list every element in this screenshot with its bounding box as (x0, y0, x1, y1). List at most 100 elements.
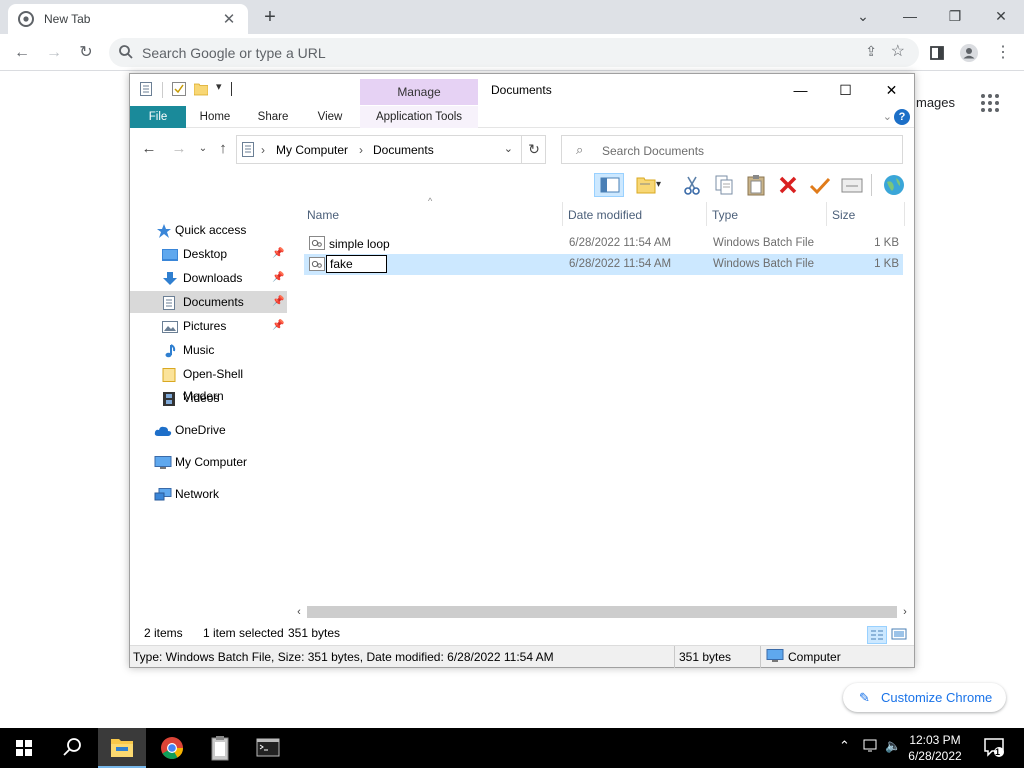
delete-x-icon[interactable] (776, 173, 800, 197)
globe-icon[interactable] (882, 173, 906, 197)
recent-locations-chevron-icon[interactable]: ⌄ (194, 140, 212, 158)
file-row-selected[interactable]: 6/28/2022 11:54 AM Windows Batch File 1 … (304, 254, 903, 275)
copy-icon[interactable] (712, 173, 736, 197)
nav-item-open-shell-modern[interactable]: Open-Shell Modern (130, 363, 287, 403)
google-apps-icon[interactable] (980, 93, 1000, 113)
email-icon[interactable] (840, 173, 864, 197)
new-tab-button[interactable]: + (258, 5, 282, 29)
column-header-size[interactable]: Size (832, 208, 855, 222)
navigation-pane-icon[interactable] (594, 173, 624, 197)
file-row[interactable]: simple loop 6/28/2022 11:54 AM Windows B… (304, 233, 903, 254)
breadcrumb-documents[interactable]: Documents (373, 143, 434, 157)
scroll-left-arrow-icon[interactable]: ‹ (292, 604, 306, 620)
nav-item-pictures[interactable]: Pictures 📌 (130, 315, 287, 337)
search-icon[interactable] (48, 728, 96, 768)
tab-home[interactable]: Home (188, 106, 242, 128)
rename-input[interactable] (327, 256, 386, 272)
folder-options-icon[interactable] (634, 173, 658, 197)
help-icon[interactable]: ? (894, 109, 910, 125)
bookmark-star-icon[interactable]: ☆ (891, 41, 905, 61)
nav-item-network[interactable]: Network (130, 483, 287, 505)
column-separator[interactable] (562, 202, 563, 226)
horizontal-scrollbar[interactable]: ‹ › (291, 604, 914, 620)
address-bar[interactable]: › My Computer › Documents ⌄ (236, 135, 546, 164)
nav-item-desktop[interactable]: Desktop 📌 (130, 243, 287, 265)
nav-item-onedrive[interactable]: OneDrive (130, 419, 287, 441)
properties-doc-icon[interactable] (140, 82, 154, 96)
breadcrumb-my-computer[interactable]: My Computer (276, 143, 348, 157)
explorer-close-button[interactable]: ✕ (869, 78, 914, 102)
command-prompt-taskbar-icon[interactable] (244, 728, 292, 768)
properties-check-icon[interactable] (808, 173, 832, 197)
column-header-type[interactable]: Type (712, 208, 738, 222)
omnibox[interactable]: Search Google or type a URL ⇪ ☆ (109, 38, 919, 67)
back-arrow-icon[interactable]: ← (140, 140, 158, 158)
side-panel-icon[interactable] (924, 40, 950, 66)
manage-context-tab[interactable]: Manage (360, 79, 478, 105)
details-view-icon[interactable] (867, 626, 887, 644)
quick-access-dropdown-icon[interactable]: ▾ (216, 80, 222, 93)
pin-icon[interactable]: 📌 (272, 243, 284, 265)
cut-scissors-icon[interactable] (680, 173, 704, 197)
column-header-name[interactable]: Name (307, 208, 339, 222)
tab-application-tools[interactable]: Application Tools (360, 106, 478, 128)
new-folder-icon[interactable] (193, 82, 209, 96)
folder-options-dropdown-icon[interactable]: ▾ (656, 173, 668, 197)
checkmark-doc-icon[interactable] (172, 82, 186, 96)
expand-ribbon-chevron-icon[interactable]: ⌄ (883, 110, 892, 123)
file-explorer-taskbar-icon[interactable] (98, 728, 146, 768)
chrome-menu-icon[interactable]: ⋮ (990, 40, 1016, 66)
share-icon[interactable]: ⇪ (865, 43, 877, 60)
nav-item-documents[interactable]: Documents 📌 (130, 291, 287, 313)
nav-item-music[interactable]: Music (130, 339, 287, 361)
tab-view[interactable]: View (304, 106, 356, 128)
up-arrow-icon[interactable]: ↑ (214, 140, 232, 158)
nav-item-downloads[interactable]: Downloads 📌 (130, 267, 287, 289)
scroll-right-arrow-icon[interactable]: › (898, 604, 912, 620)
pin-icon[interactable]: 📌 (272, 315, 284, 337)
notification-center-icon[interactable] (983, 736, 1005, 761)
pin-icon[interactable]: 📌 (272, 291, 284, 313)
reload-icon[interactable]: ↻ (73, 40, 99, 66)
large-icons-view-icon[interactable] (890, 626, 910, 644)
nav-item-my-computer[interactable]: My Computer (130, 451, 287, 473)
customize-chrome-button[interactable]: ✎ Customize Chrome (843, 683, 1006, 712)
clipboard-app-taskbar-icon[interactable] (196, 728, 244, 768)
search-documents-input[interactable]: ⌕ Search Documents (561, 135, 903, 164)
network-icon (154, 487, 172, 501)
back-arrow-icon[interactable]: ← (9, 40, 35, 66)
refresh-button[interactable]: ↻ (521, 135, 546, 164)
nav-item-videos[interactable]: Videos (130, 387, 287, 409)
paste-clipboard-icon[interactable] (744, 173, 768, 197)
nav-item-quick-access[interactable]: Quick access (130, 219, 287, 241)
close-tab-icon[interactable]: ✕ (220, 10, 238, 28)
scroll-thumb[interactable] (307, 606, 897, 618)
chrome-taskbar-icon[interactable] (148, 728, 196, 768)
tab-search-icon[interactable]: ⌄ (840, 3, 886, 29)
address-history-dropdown-icon[interactable]: ⌄ (504, 142, 513, 155)
ntp-images-link[interactable]: mages (916, 95, 955, 110)
column-separator[interactable] (904, 202, 905, 226)
minimize-button[interactable]: — (887, 3, 933, 29)
rename-field[interactable] (326, 255, 387, 273)
chrome-tab-new-tab[interactable]: New Tab ✕ (8, 4, 248, 34)
show-hidden-icons-chevron-icon[interactable]: ⌃ (839, 738, 850, 754)
profile-avatar-icon[interactable] (956, 40, 982, 66)
restore-button[interactable]: ❐ (932, 3, 978, 29)
system-clock[interactable]: 12:03 PM 6/28/2022 (899, 732, 971, 764)
explorer-maximize-button[interactable]: ☐ (823, 78, 868, 102)
start-button[interactable] (0, 728, 48, 768)
tab-file[interactable]: File (130, 106, 186, 128)
breadcrumb-separator-icon[interactable]: › (261, 143, 265, 157)
column-separator[interactable] (706, 202, 707, 226)
breadcrumb-separator-icon[interactable]: › (359, 143, 363, 157)
forward-arrow-icon[interactable]: → (41, 40, 67, 66)
forward-arrow-icon[interactable]: → (170, 140, 188, 158)
network-status-icon[interactable] (862, 738, 880, 757)
tab-share[interactable]: Share (247, 106, 299, 128)
close-window-button[interactable]: ✕ (978, 3, 1024, 29)
column-separator[interactable] (826, 202, 827, 226)
explorer-minimize-button[interactable]: — (778, 78, 823, 102)
column-header-date-modified[interactable]: Date modified (568, 208, 642, 222)
pin-icon[interactable]: 📌 (272, 267, 284, 289)
